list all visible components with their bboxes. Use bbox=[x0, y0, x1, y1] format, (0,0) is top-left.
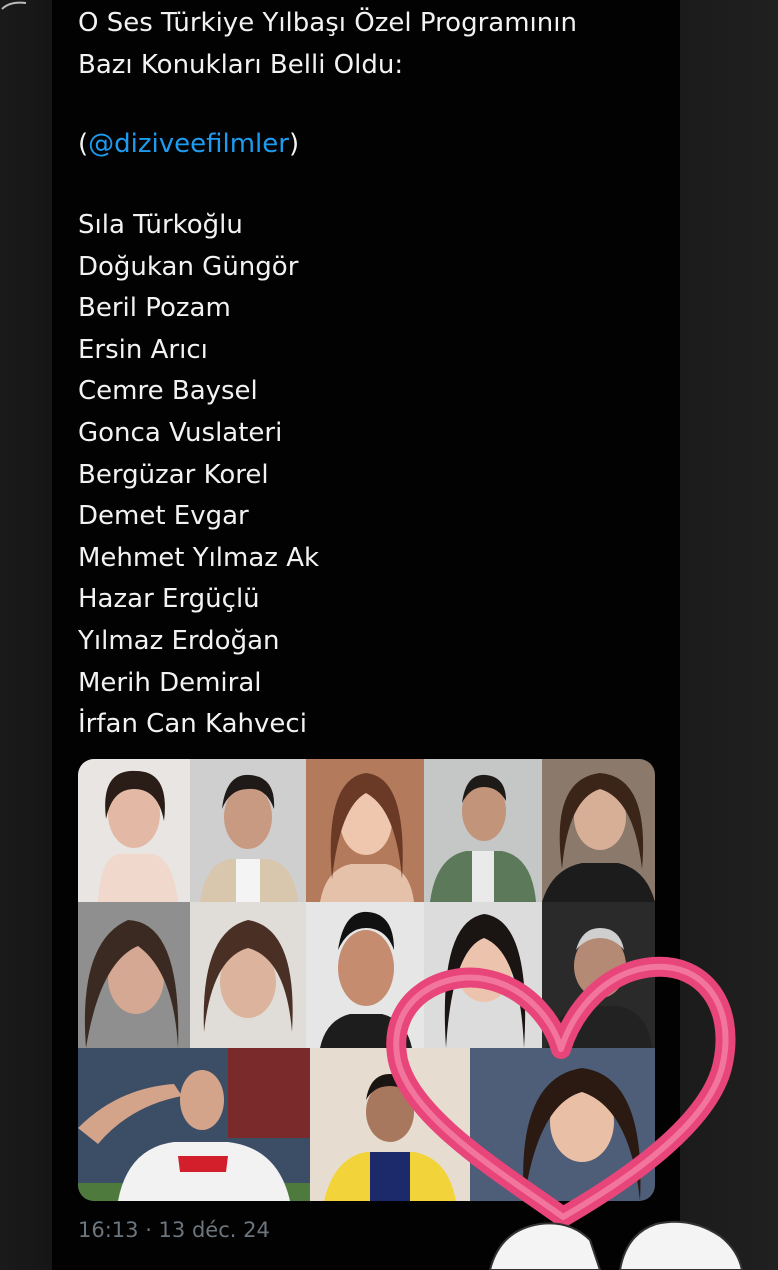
guest-list: Sıla Türkoğlu Doğukan Güngör Beril Pozam… bbox=[78, 205, 319, 746]
tweet-intro: O Ses Türkiye Yılbaşı Özel Programının B… bbox=[78, 2, 668, 86]
heart-icon bbox=[386, 956, 736, 1227]
guest-photo bbox=[542, 759, 655, 902]
intro-line: Bazı Konukları Belli Oldu: bbox=[78, 50, 404, 80]
guest-photo bbox=[190, 902, 306, 1048]
guest-name: Merih Demiral bbox=[78, 667, 262, 698]
guest-photo bbox=[78, 759, 190, 902]
guest-name: Sıla Türkoğlu bbox=[78, 210, 243, 240]
mention-open: ( bbox=[78, 129, 89, 159]
left-margin bbox=[0, 0, 52, 1270]
guest-photo bbox=[78, 902, 190, 1048]
hands-icon bbox=[488, 1220, 744, 1270]
mention-link[interactable]: @diziveefilmler bbox=[88, 129, 289, 159]
guest-name: Yılmaz Erdoğan bbox=[78, 625, 280, 656]
guest-name: Hazar Ergüçlü bbox=[78, 584, 260, 615]
guest-name: Cemre Baysel bbox=[78, 376, 258, 407]
guest-photo bbox=[424, 759, 542, 902]
mention-line: (@diziveefilmler) bbox=[78, 123, 299, 165]
guest-photo bbox=[306, 759, 424, 902]
tweet-timestamp[interactable]: 16:13 · 13 déc. 24 bbox=[78, 1218, 270, 1242]
guest-name: Mehmet Yılmaz Ak bbox=[78, 542, 320, 573]
guest-photo bbox=[190, 759, 306, 902]
corner-mark-icon bbox=[1, 1, 27, 10]
guest-photo bbox=[78, 1048, 310, 1201]
guest-name: Gonca Vuslateri bbox=[78, 417, 283, 448]
guest-name: Bergüzar Korel bbox=[78, 459, 269, 490]
intro-line: O Ses Türkiye Yılbaşı Özel Programının bbox=[78, 8, 577, 38]
mention-close: ) bbox=[288, 129, 300, 159]
guest-name: Ersin Arıcı bbox=[78, 334, 208, 365]
guest-name: Doğukan Güngör bbox=[78, 251, 299, 282]
guest-name: Beril Pozam bbox=[78, 293, 231, 324]
guest-name: İrfan Can Kahveci bbox=[78, 709, 307, 740]
guest-name: Demet Evgar bbox=[78, 501, 249, 532]
